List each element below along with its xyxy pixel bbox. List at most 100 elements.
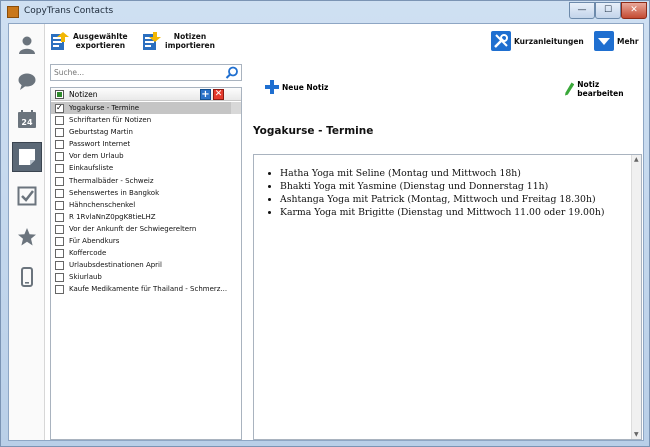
note-list-item[interactable]: Einkaufsliste [51, 162, 241, 174]
note-list-item-title: Vor der Ankunft der Schwiegereltern [69, 224, 197, 233]
person-icon [19, 36, 35, 54]
note-checkbox[interactable] [55, 200, 64, 210]
note-list-item[interactable]: Skiurlaub [51, 271, 241, 283]
note-checkbox[interactable] [55, 103, 64, 113]
maximize-button[interactable]: ☐ [595, 2, 621, 19]
note-list-item-title: Hähnchenschenkel [69, 200, 136, 209]
edit-note-label: Notiz bearbeiten [577, 80, 624, 98]
notes-header-label: Notizen [69, 90, 98, 99]
note-checkbox[interactable] [55, 273, 64, 283]
note-content-area[interactable]: Hatha Yoga mit Seline (Montag und Mittwo… [253, 154, 642, 440]
note-list: Yogakurse - Termine Schriftarten für Noti… [51, 102, 241, 296]
note-list-item-title: Passwort Internet [69, 140, 131, 149]
nav-contacts[interactable] [12, 30, 42, 60]
note-checkbox[interactable] [55, 188, 64, 198]
close-button[interactable]: ✕ [621, 2, 647, 19]
quick-guides-button[interactable]: Kurzanleitungen [491, 28, 584, 54]
phone-icon [21, 267, 33, 287]
note-list-item[interactable]: Kaufe Medikamente für Thailand - Schmerz… [51, 283, 241, 295]
import-label-line1: Notizen [173, 32, 207, 41]
note-checkbox[interactable] [55, 261, 64, 271]
nav-tasks[interactable] [12, 181, 42, 211]
note-checkbox[interactable] [55, 249, 64, 259]
scroll-down-icon[interactable]: ▼ [634, 431, 639, 438]
new-note-button[interactable]: Neue Notiz [265, 80, 328, 94]
note-checkbox[interactable] [55, 116, 64, 126]
close-icon: ✕ [630, 5, 638, 15]
note-list-item[interactable]: Urlaubsdestinationen April [51, 259, 241, 271]
more-button[interactable]: Mehr [594, 28, 639, 54]
calendar-icon: 24 [18, 110, 36, 128]
scroll-up-icon[interactable]: ▲ [634, 156, 639, 163]
note-checkbox[interactable] [55, 237, 64, 247]
import-label-line2: importieren [165, 41, 215, 50]
note-checkbox[interactable] [55, 140, 64, 150]
note-checkbox[interactable] [55, 152, 64, 162]
nav-notes[interactable] [12, 142, 42, 172]
note-list-item[interactable]: Vor dem Urlaub [51, 150, 241, 162]
star-icon [18, 228, 36, 246]
select-all-checkbox[interactable] [55, 90, 64, 99]
note-line: Bhakti Yoga mit Yasmine (Dienstag und Do… [280, 180, 605, 193]
note-checkbox[interactable] [55, 128, 64, 138]
note-line: Hatha Yoga mit Seline (Montag und Mittwo… [280, 167, 605, 180]
edit-note-button[interactable]: Notiz bearbeiten [565, 80, 643, 98]
import-notes-button[interactable]: Notizen importieren [142, 28, 215, 54]
title-bar[interactable]: CopyTrans Contacts — ☐ ✕ [1, 1, 649, 23]
note-list-item[interactable]: Vor der Ankunft der Schwiegereltern [51, 223, 241, 235]
nav-calendar[interactable]: 24 [12, 104, 42, 134]
add-note-icon[interactable]: + [200, 89, 211, 100]
note-checkbox[interactable] [55, 212, 64, 222]
export-icon [51, 32, 69, 50]
export-selected-button[interactable]: Ausgewählte exportieren [50, 28, 128, 54]
editor-scrollbar[interactable]: ▲ ▼ [631, 155, 641, 439]
minimize-icon: — [577, 5, 587, 15]
export-label-line2: exportieren [75, 41, 126, 50]
client-area: 24 Ausgewählte exportieren Notizen impor… [8, 23, 644, 441]
note-list-item[interactable]: Schriftarten für Notizen [51, 114, 241, 126]
maximize-icon: ☐ [603, 5, 613, 15]
pencil-icon [565, 82, 575, 96]
note-list-item[interactable]: Geburtstag Martin [51, 126, 241, 138]
note-list-item[interactable]: Yogakurse - Termine [51, 102, 241, 115]
note-list-item[interactable]: R 1RvlaNnZ0pgK8tieLHZ [51, 211, 241, 223]
note-checkbox[interactable] [55, 285, 64, 295]
note-list-item-title: Für Abendkurs [69, 237, 120, 246]
note-list-item[interactable]: Sehenswertes in Bangkok [51, 187, 241, 199]
app-icon [7, 6, 19, 18]
note-list-item[interactable]: Für Abendkurs [51, 235, 241, 247]
window-title: CopyTrans Contacts [24, 6, 114, 16]
list-scrollbar[interactable] [231, 102, 241, 114]
calendar-day-label: 24 [21, 118, 33, 127]
nav-favorites[interactable] [12, 222, 42, 252]
note-list-item-title: Sehenswertes in Bangkok [69, 188, 160, 197]
note-list-item[interactable]: Koffercode [51, 247, 241, 259]
minimize-button[interactable]: — [569, 2, 595, 19]
import-icon [143, 32, 161, 50]
note-list-item[interactable]: Hähnchenschenkel [51, 199, 241, 211]
export-label: Ausgewählte exportieren [73, 32, 128, 50]
note-list-item-title: Kaufe Medikamente für Thailand - Schmerz… [69, 285, 228, 294]
search-box [50, 64, 242, 81]
note-list-item-title: Thermalbäder - Schweiz [69, 176, 154, 185]
new-note-label: Neue Notiz [282, 82, 329, 92]
search-icon[interactable] [225, 66, 239, 80]
note-list-item-title: Schriftarten für Notizen [69, 116, 152, 125]
nav-device[interactable] [12, 262, 42, 292]
note-list-item-title: Urlaubsdestinationen April [69, 261, 162, 270]
note-content-list: Hatha Yoga mit Seline (Montag und Mittwo… [280, 167, 605, 219]
note-checkbox[interactable] [55, 164, 64, 174]
note-checkbox[interactable] [55, 224, 64, 234]
note-list-item-title: Skiurlaub [69, 273, 102, 282]
note-checkbox[interactable] [55, 176, 64, 186]
note-list-item-title: Geburtstag Martin [69, 128, 133, 137]
search-input[interactable] [54, 66, 219, 79]
left-nav: 24 [9, 24, 45, 440]
note-list-item[interactable]: Thermalbäder - Schweiz [51, 175, 241, 187]
delete-note-icon[interactable]: ✕ [213, 89, 224, 100]
notes-list-panel: Notizen + ✕ Yogakurse - Termine Schriftar… [50, 87, 242, 440]
checkbox-icon [17, 186, 37, 206]
note-list-item[interactable]: Passwort Internet [51, 138, 241, 150]
note-list-item-title: Koffercode [69, 249, 107, 258]
nav-messages[interactable] [12, 66, 42, 96]
